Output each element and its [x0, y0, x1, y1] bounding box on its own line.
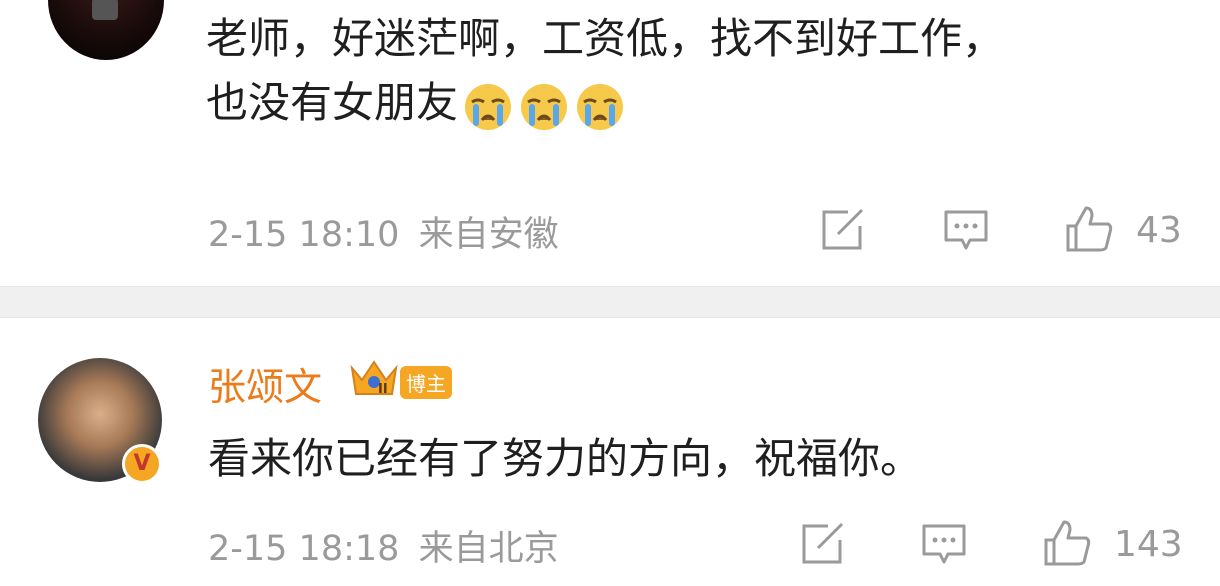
like-count: 43: [1136, 210, 1182, 251]
comment-1-timestamp: 2-15 18:10: [208, 215, 400, 255]
share-icon[interactable]: [798, 522, 846, 566]
comment-2-location: 来自北京: [418, 529, 559, 569]
avatar-commenter-1[interactable]: [48, 0, 164, 60]
username[interactable]: 张颂文: [208, 356, 322, 411]
comment-icon[interactable]: [920, 522, 968, 568]
comment-2-timestamp: 2-15 18:18: [208, 529, 400, 569]
like-count: 143: [1114, 524, 1183, 565]
crying-face-emoji: [574, 80, 626, 132]
crown-level-badge: II: [348, 358, 400, 404]
comment-1-text-line-2: 也没有女朋友: [206, 72, 626, 134]
comment-2-text: 看来你已经有了努力的方向，祝福你。: [208, 434, 923, 483]
crying-face-emoji: [462, 80, 514, 132]
comment-1-text-line-2-text: 也没有女朋友: [206, 78, 459, 127]
blogger-tag: 博主: [400, 366, 452, 399]
comment-2-meta: 2-15 18:18 来自北京: [208, 520, 559, 571]
comment-1-location: 来自安徽: [418, 215, 559, 255]
verified-mark: V: [133, 451, 151, 476]
crying-face-emoji: [518, 80, 570, 132]
verified-badge-icon: V: [122, 444, 162, 484]
comment-1-text-line-1: 老师，好迷茫啊，工资低，找不到好工作，: [206, 14, 1005, 63]
comment-1-meta: 2-15 18:10 来自安徽: [208, 206, 559, 257]
crown-level-label: II: [378, 382, 388, 397]
comment-divider: [0, 286, 1220, 318]
share-icon[interactable]: [818, 208, 866, 252]
like-icon[interactable]: [1064, 204, 1116, 254]
comment-icon[interactable]: [942, 208, 990, 254]
like-icon[interactable]: [1042, 518, 1094, 568]
